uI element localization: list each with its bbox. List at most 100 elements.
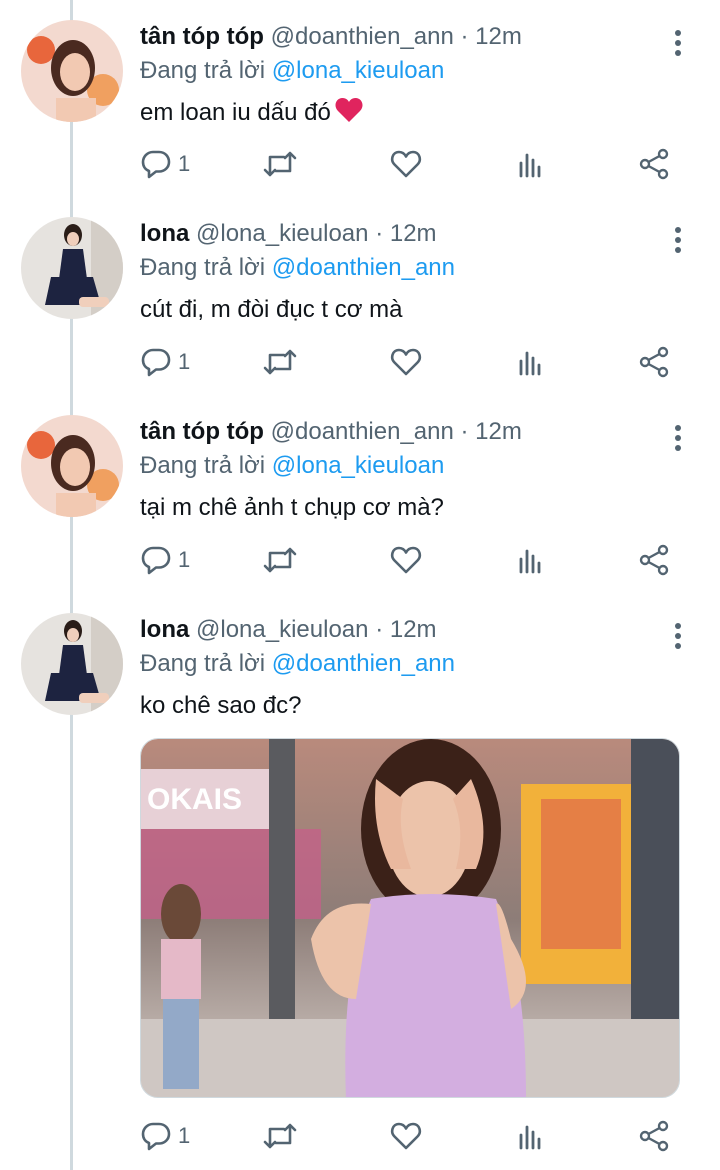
reply-icon — [141, 546, 171, 575]
replying-to: Đang trả lời @lona_kieuloan — [140, 54, 444, 88]
action-bar: 1 — [140, 144, 700, 184]
reply-icon — [141, 150, 171, 179]
more-options-icon[interactable] — [668, 223, 688, 257]
retweet-button[interactable] — [262, 144, 298, 184]
retweet-button[interactable] — [262, 1116, 298, 1156]
tweet-photo[interactable]: OKAIS — [140, 738, 680, 1098]
reply-button[interactable]: 1 — [140, 540, 190, 580]
reply-button[interactable]: 1 — [140, 1116, 190, 1156]
retweet-icon — [263, 1123, 297, 1149]
mention-link[interactable]: @doanthien_ann — [272, 254, 455, 281]
separator: · — [375, 616, 384, 643]
replying-prefix: Đang trả lời — [140, 57, 266, 84]
tweet-2[interactable]: lona @lona_kieuloan · 12m Đang trả lời @… — [0, 217, 720, 397]
tweet-text: ko chê sao đc? — [140, 692, 302, 719]
share-button[interactable] — [638, 1116, 670, 1156]
timestamp[interactable]: 12m — [390, 616, 437, 643]
share-icon — [639, 148, 669, 180]
handle[interactable]: @doanthien_ann — [271, 418, 454, 445]
retweet-button[interactable] — [262, 540, 298, 580]
handle[interactable]: @lona_kieuloan — [196, 220, 369, 247]
tweet-text: cút đi, m đòi đục t cơ mà — [140, 296, 403, 323]
tweet-header: tân tóp tóp @doanthien_ann · 12m — [140, 20, 522, 54]
tweet-1[interactable]: tân tóp tóp @doanthien_ann · 12m Đang tr… — [0, 20, 720, 200]
share-button[interactable] — [638, 144, 670, 184]
analytics-button[interactable] — [517, 342, 545, 382]
tweet-4[interactable]: lona @lona_kieuloan · 12m Đang trả lời @… — [0, 613, 720, 1170]
timestamp[interactable]: 12m — [475, 23, 522, 50]
handle[interactable]: @lona_kieuloan — [196, 616, 369, 643]
tweet-text-content: em loan iu dấu đó — [140, 99, 331, 126]
red-heart-emoji-icon — [335, 97, 363, 133]
tweet-header: tân tóp tóp @doanthien_ann · 12m — [140, 415, 522, 449]
like-button[interactable] — [390, 1116, 422, 1156]
mention-link[interactable]: @lona_kieuloan — [272, 57, 445, 84]
handle[interactable]: @doanthien_ann — [271, 23, 454, 50]
separator: · — [460, 23, 469, 50]
tweet-3[interactable]: tân tóp tóp @doanthien_ann · 12m Đang tr… — [0, 415, 720, 595]
like-button[interactable] — [390, 342, 422, 382]
share-icon — [639, 544, 669, 576]
display-name[interactable]: tân tóp tóp — [140, 23, 264, 50]
analytics-icon — [519, 153, 541, 178]
avatar[interactable] — [21, 415, 123, 517]
heart-icon — [390, 348, 422, 376]
timestamp[interactable]: 12m — [390, 220, 437, 247]
analytics-button[interactable] — [517, 1116, 545, 1156]
more-options-icon[interactable] — [668, 421, 688, 455]
reply-count: 1 — [178, 1123, 191, 1148]
replying-to: Đang trả lời @doanthien_ann — [140, 251, 455, 285]
action-bar: 1 — [140, 540, 700, 580]
like-button[interactable] — [390, 540, 422, 580]
replying-prefix: Đang trả lời — [140, 650, 266, 677]
share-button[interactable] — [638, 540, 670, 580]
tweet-header: lona @lona_kieuloan · 12m — [140, 217, 437, 251]
separator: · — [460, 418, 469, 445]
mention-link[interactable]: @doanthien_ann — [272, 650, 455, 677]
avatar[interactable] — [21, 217, 123, 319]
reply-button[interactable]: 1 — [140, 342, 190, 382]
more-options-icon[interactable] — [668, 619, 688, 653]
tweet-text: tại m chê ảnh t chụp cơ mà? — [140, 494, 444, 521]
share-icon — [639, 346, 669, 378]
heart-icon — [390, 150, 422, 178]
replying-prefix: Đang trả lời — [140, 254, 266, 281]
like-button[interactable] — [390, 144, 422, 184]
reply-count: 1 — [178, 349, 191, 374]
share-icon — [639, 1120, 669, 1152]
display-name[interactable]: lona — [140, 616, 189, 643]
mention-link[interactable]: @lona_kieuloan — [272, 452, 445, 479]
separator: · — [375, 220, 384, 247]
store-sign-text: OKAIS — [147, 783, 242, 816]
tweet-text: em loan iu dấu đó — [140, 96, 363, 133]
avatar[interactable] — [21, 613, 123, 715]
retweet-button[interactable] — [262, 342, 298, 382]
analytics-icon — [519, 351, 541, 376]
heart-icon — [390, 1122, 422, 1150]
timestamp[interactable]: 12m — [475, 418, 522, 445]
reply-count: 1 — [178, 547, 191, 572]
retweet-icon — [263, 151, 297, 177]
analytics-button[interactable] — [517, 540, 545, 580]
retweet-icon — [263, 547, 297, 573]
analytics-icon — [519, 1125, 541, 1150]
retweet-icon — [263, 349, 297, 375]
display-name[interactable]: tân tóp tóp — [140, 418, 264, 445]
replying-to: Đang trả lời @lona_kieuloan — [140, 449, 444, 483]
tweet-header: lona @lona_kieuloan · 12m — [140, 613, 437, 647]
share-button[interactable] — [638, 342, 670, 382]
more-options-icon[interactable] — [668, 26, 688, 60]
reply-count: 1 — [178, 151, 191, 176]
heart-icon — [390, 546, 422, 574]
display-name[interactable]: lona — [140, 220, 189, 247]
replying-prefix: Đang trả lời — [140, 452, 266, 479]
reply-icon — [141, 348, 171, 377]
action-bar: 1 — [140, 1116, 700, 1156]
reply-icon — [141, 1122, 171, 1151]
reply-button[interactable]: 1 — [140, 144, 190, 184]
analytics-icon — [519, 549, 541, 574]
avatar[interactable] — [21, 20, 123, 122]
replying-to: Đang trả lời @doanthien_ann — [140, 647, 455, 681]
action-bar: 1 — [140, 342, 700, 382]
analytics-button[interactable] — [517, 144, 545, 184]
